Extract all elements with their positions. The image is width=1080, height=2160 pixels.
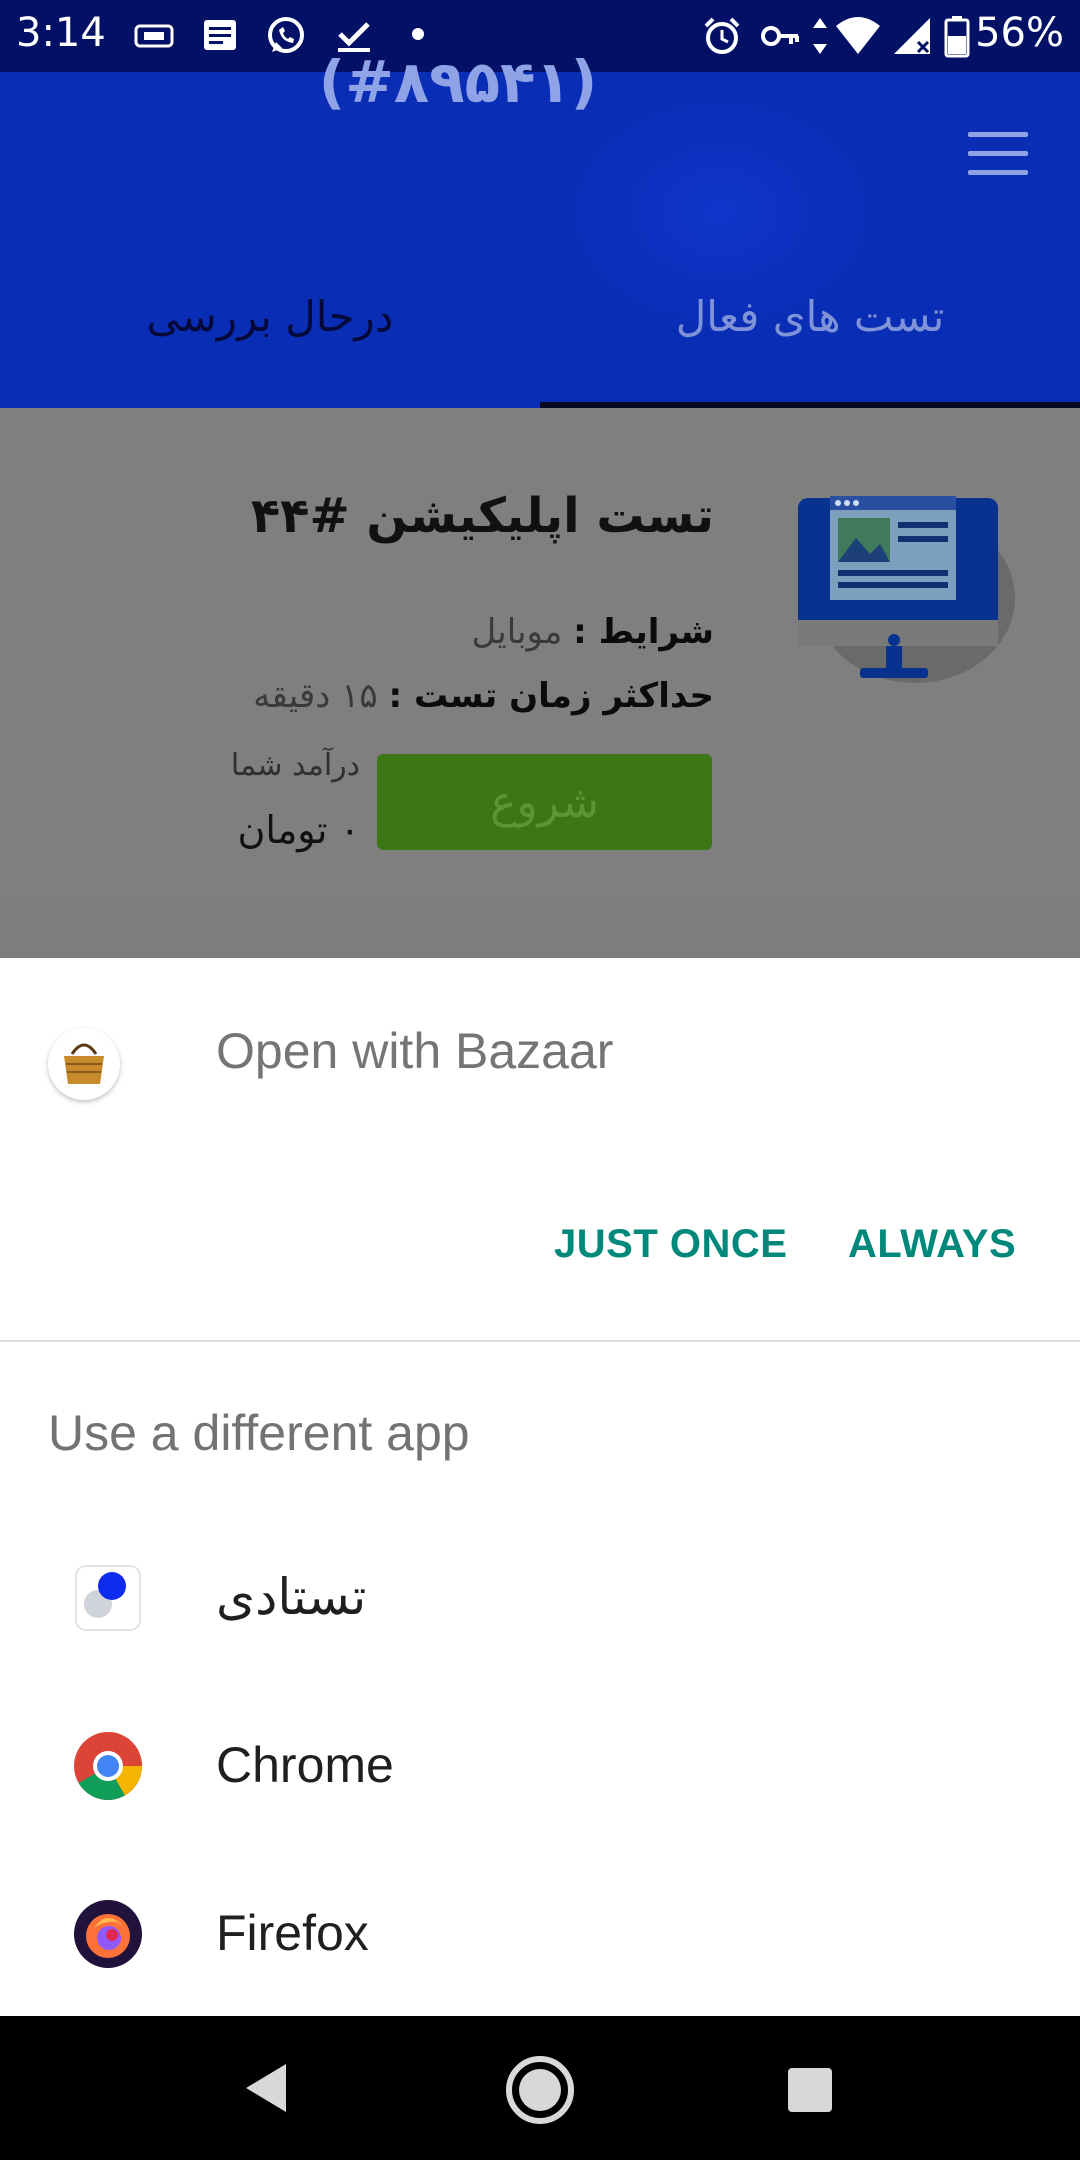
app-name: تستادی	[216, 1569, 367, 1625]
recents-icon[interactable]	[786, 2066, 834, 2118]
firefox-icon	[72, 1898, 144, 1970]
hamburger-menu-icon[interactable]	[968, 132, 1028, 182]
testadi-icon	[72, 1562, 144, 1634]
page-title: (#۸۹۵۴۱)	[318, 48, 598, 116]
max-time-value: ۱۵ دقیقه	[253, 676, 378, 716]
always-button[interactable]: ALWAYS	[848, 1222, 1016, 1267]
app-item-chrome[interactable]: Chrome	[0, 1686, 1080, 1846]
income-label: درآمد شما	[230, 748, 360, 783]
chrome-icon	[72, 1730, 144, 1802]
tab-active-tests[interactable]: تست های فعال	[540, 292, 1080, 341]
notification-dot-icon	[410, 26, 426, 46]
conditions-label: شرایط :	[573, 612, 714, 652]
navigation-bar	[0, 2016, 1080, 2160]
battery-icon	[944, 14, 970, 62]
app-name: Firefox	[216, 1905, 369, 1961]
home-icon[interactable]	[504, 2054, 576, 2130]
tab-under-review[interactable]: درحال بررسی	[0, 292, 540, 341]
app-item-testadi[interactable]: تستادی	[0, 1518, 1080, 1678]
open-with-title: Open with Bazaar	[216, 1023, 614, 1079]
income-value: ۰ تومان	[237, 808, 360, 852]
just-once-button[interactable]: JUST ONCE	[554, 1222, 787, 1267]
app-item-firefox[interactable]: Firefox	[0, 1854, 1080, 2014]
different-app-heading: Use a different app	[48, 1405, 470, 1461]
battery-percentage: 56%	[975, 10, 1064, 56]
start-button[interactable]: شروع	[377, 754, 712, 850]
conditions-value: موبایل	[471, 612, 563, 652]
card-title: تست اپلیکیشن #۴۴	[250, 488, 714, 544]
monitor-illustration-icon	[790, 478, 1020, 702]
app-bar	[0, 72, 1080, 408]
conditions-line: شرایط : موبایل	[472, 612, 714, 652]
max-time-line: حداکثر زمان تست : ۱۵ دقیقه	[253, 676, 714, 716]
back-icon[interactable]	[242, 2062, 290, 2118]
max-time-label: حداکثر زمان تست :	[388, 676, 714, 716]
bazaar-icon	[48, 1028, 120, 1100]
app-name: Chrome	[216, 1737, 394, 1793]
divider	[0, 1340, 1080, 1342]
